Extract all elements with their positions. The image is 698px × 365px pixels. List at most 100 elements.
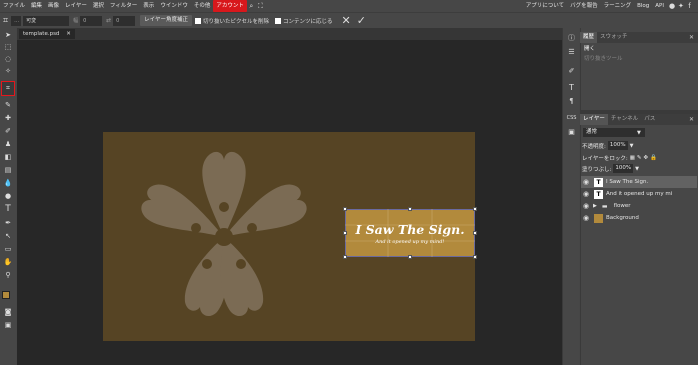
opacity-input[interactable]: 100% [607, 141, 628, 150]
visibility-eye-icon[interactable]: ◉ [581, 202, 591, 210]
path-select-tool-icon[interactable]: ↖ [1, 231, 15, 242]
stamp-tool-icon[interactable]: ♟ [1, 139, 15, 150]
cancel-crop-button[interactable]: ✕ [342, 14, 351, 28]
delete-cropped-checkbox[interactable]: 切り抜いたピクセルを削除 [194, 17, 269, 25]
eyedropper-tool-icon[interactable]: ✎ [1, 100, 15, 111]
fill-input[interactable]: 100% [613, 164, 634, 173]
reddit-icon[interactable]: ● [667, 2, 676, 10]
lock-paint-icon[interactable]: ✎ [637, 155, 642, 161]
tools-toolbar: ➤ ⬚ ◌ ✧ ⌗ ✎ ✚ ✐ ♟ ◧ ▤ 💧 ● T ✒ ↖ ▭ ✋ ⚲ ◙ … [0, 28, 16, 365]
blend-mode-select[interactable]: 通常 [583, 128, 645, 137]
handle-top-right[interactable] [473, 207, 477, 211]
gradient-tool-icon[interactable]: ▤ [1, 165, 15, 176]
menu-account[interactable]: アカウント [213, 0, 247, 12]
info-icon[interactable]: ⓘ [565, 32, 578, 44]
expand-arrow-icon[interactable]: ▶ [593, 203, 597, 209]
handle-bottom-right[interactable] [473, 255, 477, 259]
visibility-eye-icon[interactable]: ◉ [581, 178, 591, 186]
menu-file[interactable]: ファイル [0, 0, 28, 12]
swap-icon[interactable]: ⇄ [106, 17, 111, 24]
handle-bottom-center[interactable] [408, 255, 412, 259]
menu-report-bug[interactable]: バグを報告 [567, 0, 601, 12]
tab-swatches[interactable]: スウォッチ [597, 32, 631, 43]
history-item[interactable]: 切り抜きツール [581, 54, 697, 64]
properties-icon[interactable]: ☰ [565, 46, 578, 58]
tab-paths[interactable]: パス [641, 114, 658, 125]
menu-window[interactable]: ウインドウ [157, 0, 191, 12]
handle-middle-left[interactable] [343, 231, 347, 235]
layer-row[interactable]: ◉ T And it opened up my mi [581, 188, 697, 200]
handle-top-left[interactable] [343, 207, 347, 211]
lock-transparency-icon[interactable]: ▦ [630, 155, 635, 161]
history-item[interactable]: 開く [581, 44, 697, 54]
dodge-tool-icon[interactable]: ● [1, 191, 15, 202]
tool-preset-dropdown[interactable]: … [11, 15, 22, 26]
foreground-color-swatch[interactable] [2, 291, 10, 299]
menu-select[interactable]: 選択 [90, 0, 107, 12]
menu-blog[interactable]: Blog [634, 0, 652, 12]
menu-learning[interactable]: ラーニング [601, 0, 635, 12]
content-aware-box[interactable] [274, 17, 281, 24]
crop-tool-icon[interactable]: ⌗ [1, 81, 15, 96]
character-icon[interactable]: T [565, 82, 578, 94]
content-aware-checkbox[interactable]: コンテンツに応じる [274, 17, 333, 25]
menu-more[interactable]: その他 [191, 0, 214, 12]
lock-position-icon[interactable]: ✥ [644, 155, 649, 161]
blur-tool-icon[interactable]: 💧 [1, 178, 15, 189]
layer-row[interactable]: ◉ T I Saw The Sign. [581, 176, 697, 188]
document-tab[interactable]: template.psd ✕ [19, 29, 75, 39]
opacity-dropdown-icon[interactable]: ▼ [630, 143, 634, 149]
history-panel-close[interactable]: ✕ [689, 34, 694, 41]
delete-cropped-box[interactable] [194, 17, 201, 24]
magic-wand-tool-icon[interactable]: ✧ [1, 66, 15, 77]
chevron-down-icon[interactable]: ▼ [637, 130, 641, 136]
menu-about[interactable]: アプリについて [523, 0, 567, 12]
hand-tool-icon[interactable]: ✋ [1, 257, 15, 268]
image-icon[interactable]: ▣ [565, 126, 578, 138]
menu-image[interactable]: 画像 [45, 0, 62, 12]
quick-mask-icon[interactable]: ◙ [1, 307, 15, 318]
healing-tool-icon[interactable]: ✚ [1, 113, 15, 124]
css-icon[interactable]: CSS [565, 112, 578, 124]
lasso-tool-icon[interactable]: ◌ [1, 54, 15, 65]
fullscreen-icon[interactable]: ⛶ [256, 2, 265, 11]
visibility-eye-icon[interactable]: ◉ [581, 190, 591, 198]
lock-all-icon[interactable]: 🔒 [650, 155, 657, 161]
document-tab-close[interactable]: ✕ [66, 31, 71, 37]
shape-tool-icon[interactable]: ▭ [1, 244, 15, 255]
brush-settings-icon[interactable]: ✐ [565, 65, 578, 77]
handle-top-center[interactable] [408, 207, 412, 211]
handle-bottom-left[interactable] [343, 255, 347, 259]
width-input[interactable]: 0 [80, 15, 103, 26]
marquee-tool-icon[interactable]: ⬚ [1, 42, 15, 53]
tab-history[interactable]: 履歴 [580, 32, 598, 43]
menu-edit[interactable]: 編集 [28, 0, 45, 12]
height-input[interactable]: 0 [113, 15, 136, 26]
handle-middle-right[interactable] [473, 231, 477, 235]
fill-dropdown-icon[interactable]: ▼ [635, 166, 639, 172]
zoom-tool-icon[interactable]: ⚲ [1, 270, 15, 281]
menu-view[interactable]: 表示 [140, 0, 157, 12]
layer-row[interactable]: ◉ Background [581, 212, 697, 224]
tab-layers[interactable]: レイヤー [580, 114, 608, 125]
crop-mode-select[interactable]: 可変 [23, 15, 70, 26]
confirm-crop-button[interactable]: ✓ [357, 14, 366, 28]
visibility-eye-icon[interactable]: ◉ [581, 214, 591, 222]
twitter-icon[interactable]: ✦ [676, 2, 685, 10]
eraser-tool-icon[interactable]: ◧ [1, 152, 15, 163]
screen-mode-icon[interactable]: ▣ [1, 320, 15, 331]
facebook-icon[interactable]: f [685, 2, 694, 10]
type-tool-icon[interactable]: T [1, 204, 15, 215]
search-icon[interactable]: ⌕ [247, 2, 256, 11]
straighten-layer-button[interactable]: レイヤー角度補正 [140, 15, 192, 26]
menu-filter[interactable]: フィルター [107, 0, 140, 12]
tab-channels[interactable]: チャンネル [608, 114, 641, 125]
menu-api[interactable]: API [652, 0, 667, 12]
paragraph-icon[interactable]: ¶ [565, 95, 578, 107]
move-tool-icon[interactable]: ➤ [1, 30, 15, 41]
layers-panel-close[interactable]: ✕ [689, 116, 694, 123]
brush-tool-icon[interactable]: ✐ [1, 126, 15, 137]
menu-layer[interactable]: レイヤー [62, 0, 90, 12]
pen-tool-icon[interactable]: ✒ [1, 218, 15, 229]
layer-row[interactable]: ◉ ▶ ▬ flower [581, 200, 697, 212]
